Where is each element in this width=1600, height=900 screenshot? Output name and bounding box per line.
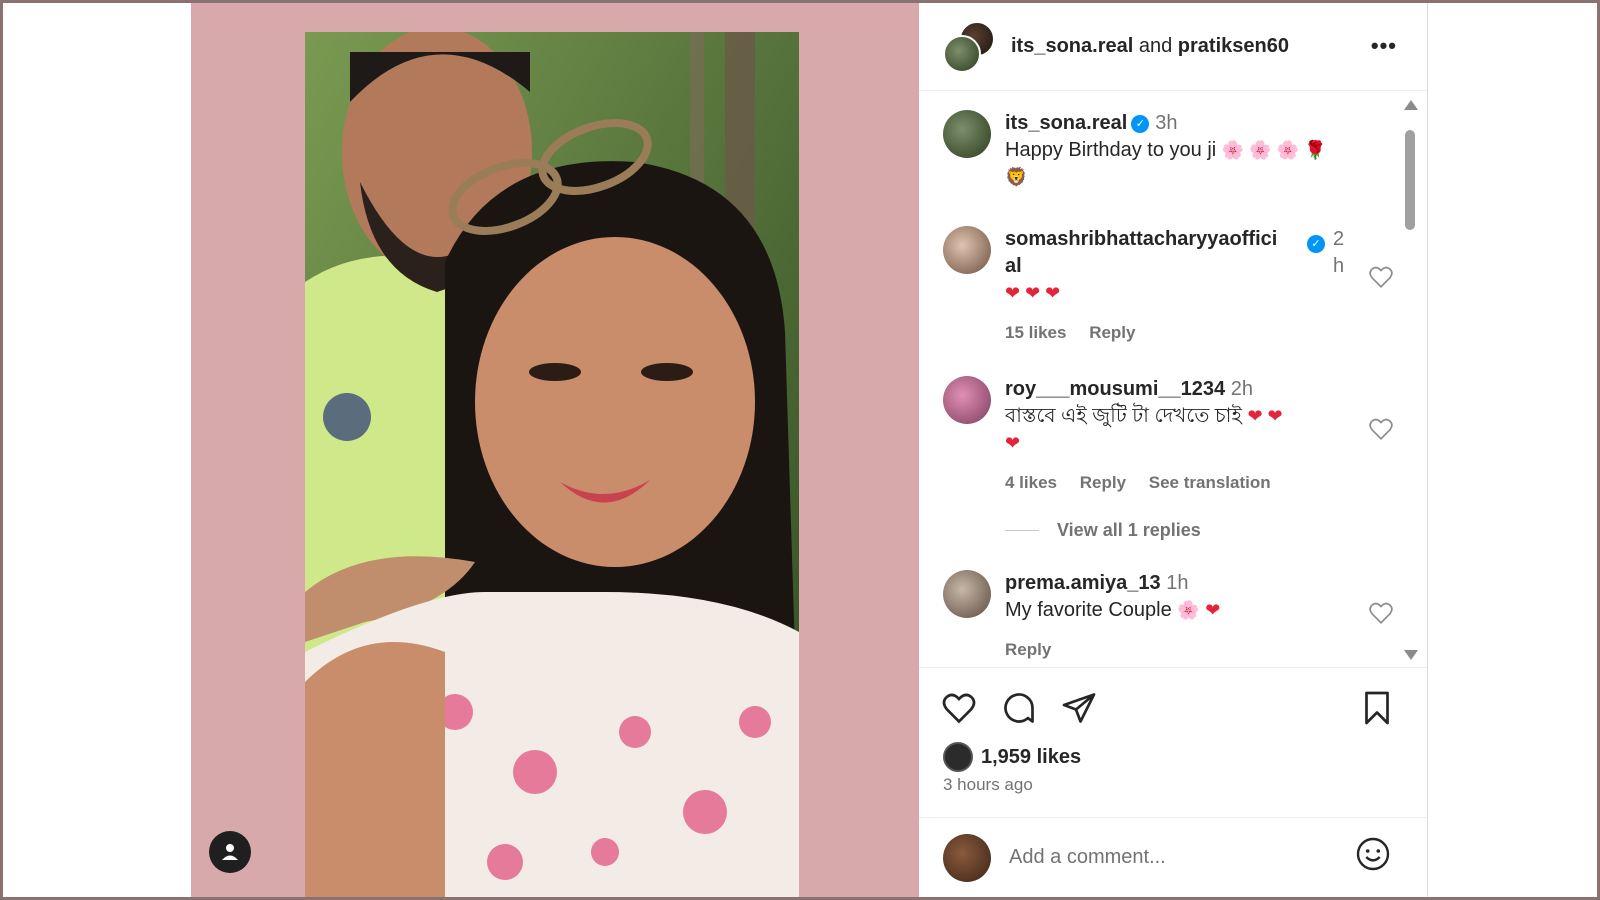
like-comment-heart-icon[interactable] — [1368, 600, 1394, 626]
comment-emojis-2: ❤ — [1005, 433, 1021, 453]
comment-likes[interactable]: 4 likes — [1005, 473, 1057, 492]
post-actions: 1,959 likes 3 hours ago — [919, 667, 1427, 817]
comment-text: বাস্তবে এই জুটি টা দেখতে চাই — [1005, 405, 1242, 427]
scroll-up-arrow-icon[interactable] — [1404, 100, 1418, 110]
like-comment-heart-icon[interactable] — [1368, 416, 1394, 442]
like-comment-heart-icon[interactable] — [1368, 264, 1394, 290]
post-authors: its_sona.real and pratiksen60 — [1011, 35, 1289, 58]
comment-item: prema.amiya_13 1h My favorite Couple 🌸 ❤… — [943, 570, 1393, 667]
post-timestamp[interactable]: 3 hours ago — [943, 775, 1033, 795]
author-joiner: and — [1138, 35, 1173, 57]
comment-emojis: ❤ ❤ — [1247, 406, 1283, 426]
comment-username[interactable]: somashribhattacharyyaoffici — [1005, 228, 1277, 250]
emoji-smiley-icon[interactable] — [1355, 836, 1391, 872]
caption-text: Happy Birthday to you ji — [1005, 139, 1217, 161]
like-heart-icon[interactable] — [941, 690, 977, 726]
share-send-icon[interactable] — [1061, 690, 1097, 726]
comments-list[interactable]: its_sona.real ✓ 3h Happy Birthday to you j… — [919, 92, 1427, 667]
comment-item: roy___mousumi__1234 2h বাস্তবে এই জুটি ট… — [943, 376, 1393, 526]
post-photo[interactable] — [305, 32, 799, 897]
avatar — [943, 34, 981, 73]
scrollbar-thumb[interactable] — [1405, 130, 1415, 230]
caption-emojis: 🌸 🌸 🌸 🌹 — [1221, 140, 1327, 160]
comment-time-cont: h — [1333, 255, 1345, 277]
coauthor-link[interactable]: pratiksen60 — [1178, 35, 1289, 57]
comment-username[interactable]: roy___mousumi__1234 — [1005, 378, 1225, 400]
tagged-users-button[interactable] — [209, 831, 251, 873]
avatar[interactable] — [943, 376, 991, 424]
comment-emoji-heart: ❤ — [1205, 600, 1221, 620]
comments-scrollbar[interactable] — [1401, 92, 1419, 660]
post-header: its_sona.real and pratiksen60 ••• — [919, 3, 1427, 91]
collab-avatars[interactable] — [943, 20, 995, 73]
reply-button[interactable]: Reply — [1080, 473, 1126, 492]
see-translation-link[interactable]: See translation — [1149, 473, 1271, 492]
avatar[interactable] — [943, 110, 991, 158]
bookmark-icon[interactable] — [1359, 690, 1395, 726]
view-replies-button[interactable]: View all 1 replies — [1005, 520, 1201, 541]
comment-time: 1h — [1166, 572, 1189, 594]
comment-time: 2h — [1230, 378, 1253, 400]
reply-button[interactable]: Reply — [1089, 323, 1135, 342]
more-horizontal-icon[interactable]: ••• — [1371, 33, 1397, 59]
caption-username[interactable]: its_sona.real — [1005, 112, 1127, 134]
avatar[interactable] — [943, 570, 991, 618]
comment-text: ❤ ❤ ❤ — [1005, 283, 1061, 303]
comment-time: 2 — [1333, 228, 1345, 250]
verified-badge-icon: ✓ — [1131, 114, 1150, 133]
likes-summary[interactable]: 1,959 likes — [943, 742, 1081, 772]
avatar — [943, 833, 991, 882]
caption-emojis-2: 🦁 — [1005, 167, 1028, 187]
caption-time: 3h — [1155, 112, 1178, 134]
comment-input[interactable] — [1009, 837, 1339, 878]
comment-username[interactable]: prema.amiya_13 — [1005, 572, 1161, 594]
avatar[interactable] — [943, 226, 991, 274]
comment-emoji-flower: 🌸 — [1177, 600, 1200, 620]
scroll-down-arrow-icon[interactable] — [1404, 650, 1418, 660]
comment-item: somashribhattacharyyaoffici al ❤ ❤ ❤ 15 … — [943, 226, 1393, 356]
user-icon — [222, 844, 238, 860]
comment-likes[interactable]: 15 likes — [1005, 323, 1066, 342]
comment-text: My favorite Couple — [1005, 599, 1172, 621]
comment-bubble-icon[interactable] — [1001, 690, 1037, 726]
verified-badge-icon: ✓ — [1307, 234, 1325, 253]
caption: its_sona.real ✓ 3h Happy Birthday to you j… — [943, 110, 1383, 190]
author-link[interactable]: its_sona.real — [1011, 35, 1133, 57]
comment-username-cont[interactable]: al — [1005, 255, 1022, 277]
media-pane — [191, 3, 919, 897]
avatar — [943, 742, 973, 772]
add-comment-bar — [919, 817, 1427, 897]
likes-count[interactable]: 1,959 likes — [981, 746, 1081, 769]
reply-button[interactable]: Reply — [1005, 640, 1051, 659]
post-details-panel: its_sona.real and pratiksen60 ••• its_so… — [919, 3, 1428, 897]
post-photo-illustration — [305, 32, 799, 897]
